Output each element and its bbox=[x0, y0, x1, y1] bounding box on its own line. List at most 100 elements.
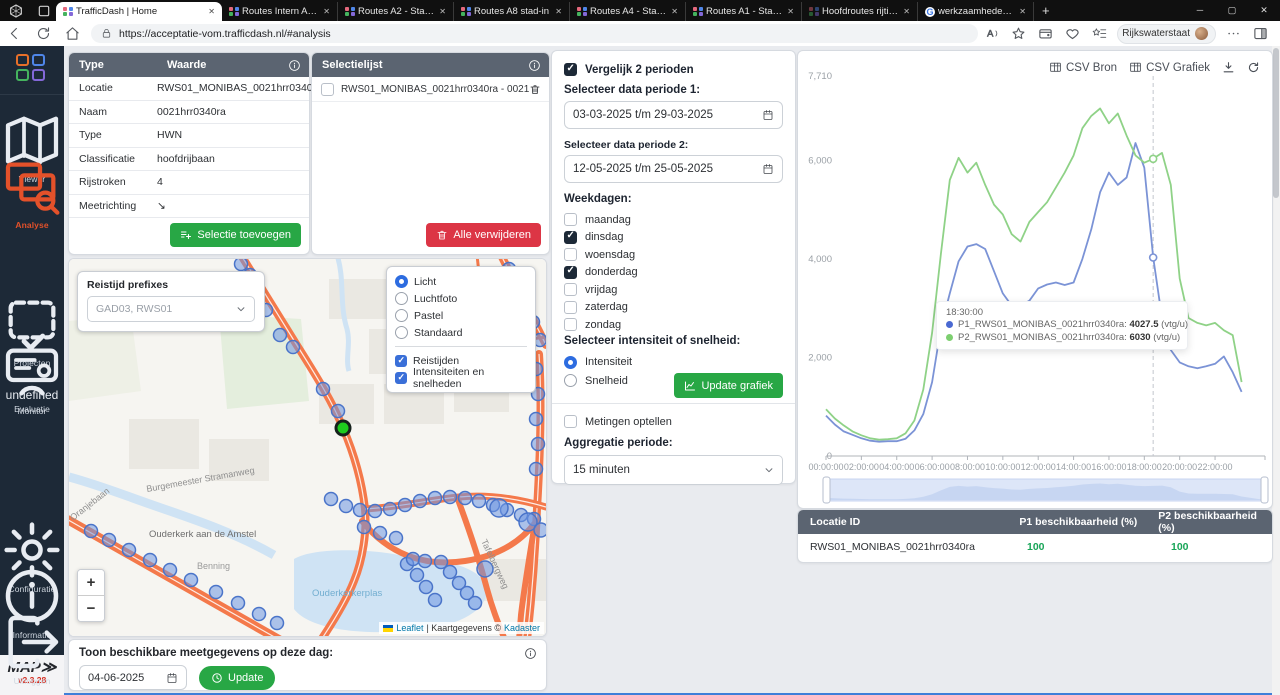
add-selection-button[interactable]: Selectie toevoegen bbox=[170, 223, 301, 247]
refresh-icon[interactable] bbox=[36, 26, 51, 41]
traffic-measurement-marker[interactable] bbox=[232, 597, 245, 610]
tab-close-icon[interactable]: ✕ bbox=[206, 7, 217, 16]
weekday-row-zondag[interactable]: zondag bbox=[564, 316, 783, 334]
traffic-measurement-marker[interactable] bbox=[414, 495, 427, 508]
period1-input[interactable]: 03-03-2025 t/m 29-03-2025 bbox=[564, 101, 783, 129]
browser-tab[interactable]: Hoofdroutes rijtijden✕ bbox=[802, 2, 918, 21]
settings-ellipsis-icon[interactable] bbox=[1226, 26, 1241, 41]
traffic-measurement-marker[interactable] bbox=[490, 499, 508, 517]
aggregation-select[interactable]: 15 minuten bbox=[564, 455, 783, 485]
metric-radio[interactable] bbox=[564, 356, 577, 369]
weekday-row-woensdag[interactable]: woensdag bbox=[564, 246, 783, 264]
app-logo-icon[interactable] bbox=[16, 54, 48, 84]
browser-tab[interactable]: Gwerkzaamheden A1 - Google✕ bbox=[918, 2, 1034, 21]
calendar-icon[interactable] bbox=[762, 109, 774, 121]
favorites-star-icon[interactable] bbox=[1011, 26, 1026, 41]
weekday-row-maandag[interactable]: maandag bbox=[564, 211, 783, 229]
overlay-checkbox[interactable] bbox=[395, 355, 407, 367]
compare-periods-checkbox[interactable] bbox=[564, 63, 577, 76]
traffic-measurement-marker[interactable] bbox=[534, 523, 546, 537]
info-icon[interactable] bbox=[288, 59, 301, 72]
workspaces-icon[interactable] bbox=[6, 3, 26, 19]
read-aloud-icon[interactable]: A bbox=[984, 26, 999, 41]
traffic-measurement-marker[interactable] bbox=[532, 438, 545, 451]
tab-close-icon[interactable]: ✕ bbox=[1017, 7, 1028, 16]
traffic-measurement-marker[interactable] bbox=[164, 564, 177, 577]
weekday-checkbox[interactable] bbox=[564, 301, 577, 314]
prefix-select[interactable]: GAD03, RWS01 bbox=[87, 296, 255, 322]
traffic-measurement-marker[interactable] bbox=[384, 503, 397, 516]
browser-tab[interactable]: TrafficDash | Home✕ bbox=[56, 2, 222, 21]
range-slider-handle[interactable] bbox=[823, 477, 830, 503]
url-text[interactable]: https://acceptatie-vom.trafficdash.nl/#a… bbox=[119, 28, 331, 40]
traffic-measurement-marker[interactable] bbox=[253, 608, 266, 621]
base-layer-licht[interactable]: Licht bbox=[395, 273, 527, 290]
weekday-checkbox[interactable] bbox=[564, 318, 577, 331]
address-bar[interactable]: https://acceptatie-vom.trafficdash.nl/#a… bbox=[91, 24, 978, 43]
traffic-measurement-marker[interactable] bbox=[411, 569, 424, 582]
traffic-measurement-marker[interactable] bbox=[235, 259, 248, 271]
tab-close-icon[interactable]: ✕ bbox=[437, 7, 448, 16]
traffic-measurement-marker[interactable] bbox=[530, 413, 543, 426]
traffic-measurement-marker[interactable] bbox=[332, 405, 345, 418]
traffic-measurement-marker[interactable] bbox=[144, 554, 157, 567]
traffic-measurement-marker[interactable] bbox=[354, 504, 367, 517]
close-button[interactable]: ✕ bbox=[1248, 0, 1280, 21]
intensity-chart[interactable]: 02,0004,0006,0007,71000:00:0002:00:0004:… bbox=[798, 51, 1270, 506]
update-day-button[interactable]: Update bbox=[199, 666, 275, 690]
weekday-checkbox[interactable] bbox=[564, 248, 577, 261]
csv-chart-button[interactable]: CSV Grafiek bbox=[1129, 61, 1210, 74]
zoom-out-button[interactable]: − bbox=[78, 596, 104, 621]
base-layer-pastel[interactable]: Pastel bbox=[395, 307, 527, 324]
traffic-measurement-marker[interactable] bbox=[85, 525, 98, 538]
traffic-measurement-marker[interactable] bbox=[185, 574, 198, 587]
trash-icon[interactable] bbox=[529, 83, 541, 96]
maximize-button[interactable]: ▢ bbox=[1216, 0, 1248, 21]
traffic-measurement-marker[interactable] bbox=[369, 505, 382, 518]
weekday-row-dinsdag[interactable]: dinsdag bbox=[564, 229, 783, 247]
sidebar-panel-icon[interactable] bbox=[1253, 26, 1268, 41]
traffic-measurement-marker[interactable] bbox=[420, 581, 433, 594]
weekday-checkbox[interactable] bbox=[564, 231, 577, 244]
traffic-measurement-marker[interactable] bbox=[444, 491, 457, 504]
traffic-measurement-marker[interactable] bbox=[287, 341, 300, 354]
traffic-measurement-marker[interactable] bbox=[271, 617, 284, 630]
new-tab-button[interactable]: + bbox=[1042, 3, 1050, 18]
layer-radio[interactable] bbox=[395, 326, 408, 339]
traffic-measurement-marker[interactable] bbox=[530, 463, 543, 476]
tab-close-icon[interactable]: ✕ bbox=[901, 7, 912, 16]
traffic-measurement-marker[interactable] bbox=[274, 329, 287, 342]
layer-radio[interactable] bbox=[395, 275, 408, 288]
home-icon[interactable] bbox=[65, 26, 80, 41]
compare-periods-row[interactable]: Vergelijk 2 perioden bbox=[564, 61, 783, 78]
traffic-measurement-marker[interactable] bbox=[459, 492, 472, 505]
range-slider-handle[interactable] bbox=[1261, 477, 1268, 503]
selection-item[interactable]: RWS01_MONIBAS_0021hrr0340ra - 0021hrr034… bbox=[312, 77, 549, 102]
browser-essentials-icon[interactable] bbox=[1065, 26, 1080, 41]
day-date-input[interactable]: 04-06-2025 bbox=[79, 665, 187, 690]
info-icon[interactable] bbox=[528, 59, 541, 72]
traffic-measurement-marker[interactable] bbox=[210, 586, 223, 599]
traffic-measurement-marker[interactable] bbox=[469, 597, 482, 610]
traffic-measurement-marker[interactable] bbox=[429, 492, 442, 505]
browser-tab[interactable]: Routes A8 stad-in✕ bbox=[454, 2, 570, 21]
traffic-measurement-marker[interactable] bbox=[473, 495, 486, 508]
layer-radio[interactable] bbox=[395, 309, 408, 322]
download-icon[interactable] bbox=[1222, 61, 1235, 74]
tab-close-icon[interactable]: ✕ bbox=[785, 7, 796, 16]
favorites-bar-icon[interactable] bbox=[1092, 26, 1107, 41]
traffic-measurement-marker[interactable] bbox=[390, 532, 403, 545]
layer-radio[interactable] bbox=[395, 292, 408, 305]
weekday-row-vrijdag[interactable]: vrijdag bbox=[564, 281, 783, 299]
calendar-icon[interactable] bbox=[762, 163, 774, 175]
sum-measurements-row[interactable]: Metingen optellen bbox=[564, 413, 783, 430]
sidebar-item-analyse[interactable]: Analyse bbox=[0, 154, 64, 230]
overlay-checkbox[interactable] bbox=[395, 372, 407, 384]
tab-close-icon[interactable]: ✕ bbox=[553, 7, 564, 16]
tab-close-icon[interactable]: ✕ bbox=[321, 7, 332, 16]
weekday-checkbox[interactable] bbox=[564, 213, 577, 226]
tab-close-icon[interactable]: ✕ bbox=[669, 7, 680, 16]
back-icon[interactable] bbox=[7, 26, 22, 41]
traffic-measurement-marker[interactable] bbox=[429, 594, 442, 607]
overlay-intensiteiten-en-snelheden[interactable]: Intensiteiten en snelheden bbox=[395, 369, 527, 386]
